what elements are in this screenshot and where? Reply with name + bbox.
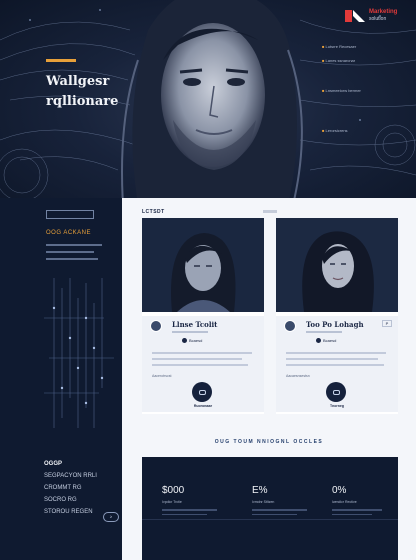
stat-item: E% Ivmdnr Stltzen bbox=[252, 471, 322, 518]
play-button[interactable] bbox=[192, 382, 212, 402]
profile-caption: Aacerotrscst bbox=[152, 374, 172, 378]
profile-card-body: Llnse Tcolit Bcaesd Aacerotrscst Ruorona… bbox=[142, 316, 264, 412]
hero-title: Wallgesr rqllionare bbox=[46, 72, 156, 112]
profile-tag[interactable]: P bbox=[382, 320, 392, 327]
sidebar-heading: OOG ACKANE bbox=[46, 230, 92, 236]
left-sidebar: OOG ACKANE OGGP SEGPACYON RRLI CROMMT RG… bbox=[0, 198, 122, 560]
profile-card-body: Too Po Lohagh P Bcaesd Aacaesnsestsn Tno… bbox=[276, 316, 398, 412]
hero-title-line2: rqllionare bbox=[46, 94, 119, 109]
sidebar-button[interactable] bbox=[46, 210, 94, 219]
stat-item: 0% Iwmdicr Rective bbox=[332, 471, 402, 518]
sidebar-footer-line[interactable]: SOCRO RG bbox=[44, 494, 114, 506]
stat-top bbox=[162, 471, 232, 475]
hero-accent-bar bbox=[46, 59, 76, 62]
page-indicator[interactable]: ≥ bbox=[103, 512, 119, 522]
sidebar-footer-line[interactable]: CROMMT RG bbox=[44, 482, 114, 494]
stat-value: E% bbox=[252, 485, 268, 496]
brand-logo[interactable]: Marketing solution bbox=[344, 8, 397, 24]
profile-role bbox=[306, 330, 342, 334]
stat-label: Ivpdicr Trctie bbox=[162, 500, 182, 504]
brand-logo-icon bbox=[345, 10, 365, 22]
sidebar-footer-line[interactable]: SEGPACYON RRLI bbox=[44, 470, 114, 482]
sidebar-circuit-art bbox=[44, 278, 114, 428]
stat-top bbox=[332, 471, 402, 475]
brand-name: Marketing solution bbox=[369, 9, 398, 22]
section-label: LCTSDT bbox=[142, 209, 165, 215]
stat-label: Iwmdicr Rective bbox=[332, 500, 357, 504]
profile-photo bbox=[142, 218, 264, 312]
profile-description bbox=[152, 352, 252, 370]
section-tag bbox=[263, 210, 277, 213]
avatar bbox=[150, 320, 162, 332]
stat-value: $000 bbox=[162, 485, 185, 496]
profile-photo bbox=[276, 218, 398, 312]
video-icon bbox=[332, 389, 340, 395]
profile-footer-label: Ruoronaae bbox=[193, 404, 213, 408]
hero-note-2: ■ Lanes ssnarcnar bbox=[322, 58, 356, 63]
profile-footer-label: Tnorneg bbox=[330, 404, 344, 408]
profile-chip[interactable]: Bcaesd bbox=[316, 338, 336, 343]
profile-description bbox=[286, 352, 386, 370]
profile-name: Too Po Lohagh bbox=[306, 320, 364, 329]
sidebar-footer: OGGP SEGPACYON RRLI CROMMT RG SOCRO RG S… bbox=[44, 458, 114, 518]
hero-banner: Marketing solution Wallgesr rqllionare ■… bbox=[0, 0, 416, 198]
stat-item: $000 Ivpdicr Trctie bbox=[162, 471, 232, 518]
stats-divider bbox=[142, 519, 398, 520]
stat-value: 0% bbox=[332, 485, 347, 496]
avatar bbox=[284, 320, 296, 332]
hero-note-1: ■ Lutsrre Recesaer bbox=[322, 44, 357, 49]
profile-card[interactable]: Llnse Tcolit Bcaesd Aacerotrscst Ruorona… bbox=[142, 218, 264, 414]
main-content: LCTSDT Llnse Tcolit Bcaesd Aacerotrscst … bbox=[122, 198, 416, 560]
video-icon bbox=[198, 389, 206, 395]
profile-name: Llnse Tcolit bbox=[172, 320, 218, 329]
profile-role bbox=[172, 330, 208, 334]
sidebar-footer-title: OGGP bbox=[44, 461, 63, 467]
hero-note-4: ■ Lerorsicrens bbox=[322, 128, 348, 133]
hero-note-3: ■ Lnsmeeiorw bermer bbox=[322, 88, 361, 93]
stat-top bbox=[252, 471, 322, 475]
stats-panel: $000 Ivpdicr Trctie E% Ivmdnr Stltzen 0%… bbox=[142, 457, 398, 560]
hero-title-line1: Wallgesr bbox=[46, 74, 110, 89]
profile-card[interactable]: Too Po Lohagh P Bcaesd Aacaesnsestsn Tno… bbox=[276, 218, 398, 414]
services-title: OUG TOUM NNIOGNL OCCLES bbox=[214, 439, 324, 445]
play-button[interactable] bbox=[326, 382, 346, 402]
profile-chip[interactable]: Bcaesd bbox=[182, 338, 202, 343]
stat-label: Ivmdnr Stltzen bbox=[252, 500, 275, 504]
profile-caption: Aacaesnsestsn bbox=[286, 374, 310, 378]
sidebar-text-block bbox=[46, 244, 102, 265]
brand-tagline: solution bbox=[369, 16, 387, 22]
